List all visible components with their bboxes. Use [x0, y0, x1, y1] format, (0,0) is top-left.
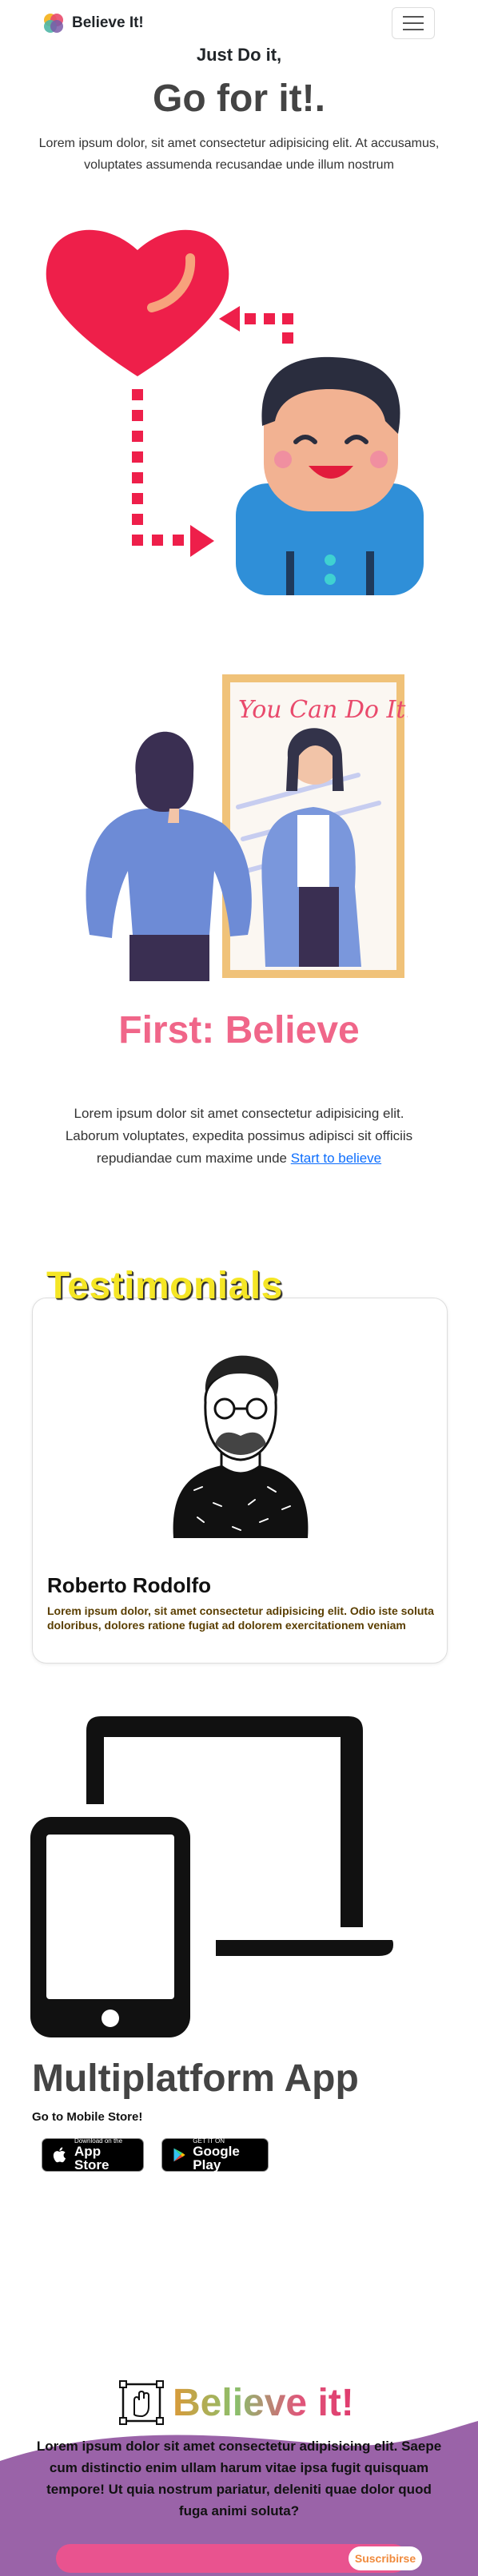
start-to-believe-link[interactable]: Start to believe: [291, 1151, 381, 1166]
footer-title: Believe it!: [173, 2381, 354, 2424]
footer-brand: Believe it!: [118, 2379, 354, 2426]
devices-icon: [30, 1716, 393, 2037]
menu-toggle-button[interactable]: [392, 7, 435, 39]
subscribe-button[interactable]: Suscribirse: [349, 2546, 422, 2570]
hand-frame-icon: [119, 2380, 164, 2425]
testimonial-quote: Lorem ipsum dolor, sit amet consectetur …: [47, 1604, 434, 1632]
apple-icon: [53, 2147, 66, 2163]
hero-illustration: [46, 229, 424, 595]
multiplatform-title: Multiplatform App: [32, 2057, 359, 2100]
hero-subtitle: Just Do it,: [196, 45, 282, 65]
app-store-button[interactable]: Download on the App Store: [42, 2138, 144, 2172]
app-store-big-text: App Store: [74, 2144, 110, 2173]
google-play-button[interactable]: GET IT ON Google Play: [161, 2138, 269, 2172]
mirror-illustration: You Can Do It!: [86, 674, 408, 981]
testimonial-name: Roberto Rodolfo: [47, 1573, 212, 1597]
brand-logo-icon: [44, 14, 63, 33]
mirror-text: You Can Do It!: [238, 696, 408, 724]
hamburger-icon: [403, 16, 424, 18]
testimonials-title: Testimonials: [46, 1265, 283, 1307]
google-play-icon: [173, 2148, 185, 2162]
hero-title: Go for it!.: [153, 78, 325, 120]
hero-text: Lorem ipsum dolor, sit amet consectetur …: [38, 137, 440, 172]
believe-title: First: Believe: [118, 1009, 360, 1051]
believe-text: Lorem ipsum dolor sit amet consectetur a…: [65, 1106, 413, 1166]
testimonial-avatar: [173, 1355, 309, 1538]
navbar: Believe It!: [0, 0, 478, 46]
multiplatform-subtitle: Go to Mobile Store!: [32, 2110, 143, 2124]
brand-link[interactable]: Believe It!: [42, 11, 144, 35]
heart-icon: [46, 229, 229, 376]
happy-person-icon: [236, 356, 424, 595]
mirror-icon: You Can Do It!: [222, 674, 408, 978]
testimonial-card: Roberto Rodolfo Lorem ipsum dolor, sit a…: [32, 1298, 448, 1664]
brand-name: Believe It!: [72, 14, 144, 31]
google-play-big-text: Google Play: [193, 2144, 240, 2173]
footer-text: Lorem ipsum dolor sit amet consectetur a…: [36, 2439, 442, 2518]
